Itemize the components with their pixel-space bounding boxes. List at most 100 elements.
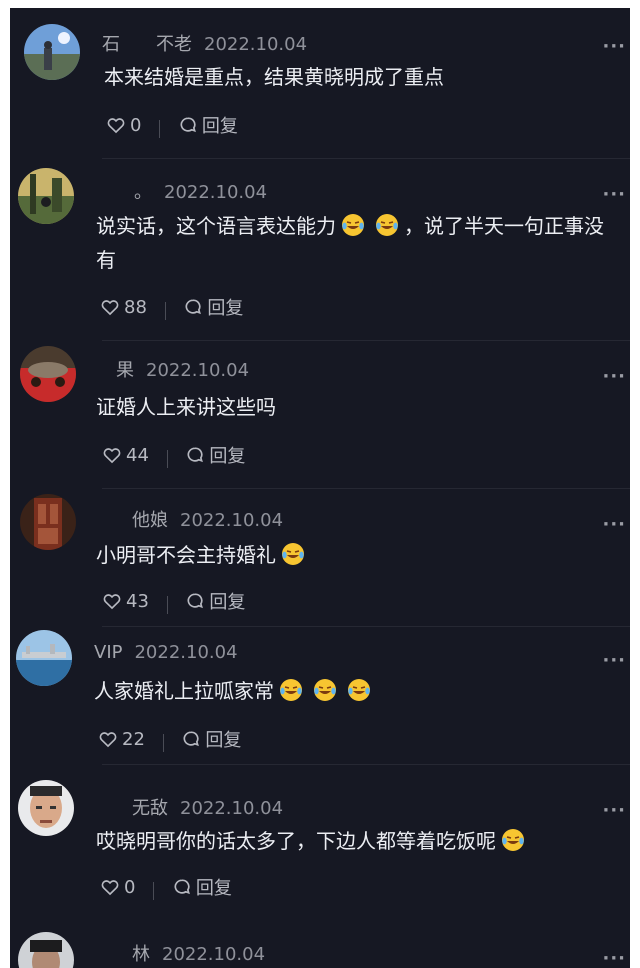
comment-meta: 。 2022.10.04 xyxy=(98,178,267,203)
like-count: 88 xyxy=(124,296,147,318)
speech-bubble-icon xyxy=(180,117,196,133)
comment-date: 2022.10.04 xyxy=(146,360,250,381)
comment-actions: 44 回复 xyxy=(102,442,245,470)
reply-label: 回复 xyxy=(205,730,242,751)
comment-meta: 无敌 2022.10.04 xyxy=(96,794,284,819)
username[interactable]: 果 xyxy=(98,360,134,381)
more-dots-icon[interactable]: ··· xyxy=(602,650,626,671)
speech-bubble-icon xyxy=(187,447,204,463)
comment-text: 说实话，这个语言表达能力 ，说了半天一句正事没有 xyxy=(96,209,616,277)
heart-outline-icon xyxy=(103,594,121,610)
more-dots-icon[interactable]: ··· xyxy=(602,514,626,535)
laughing-tears-emoji xyxy=(502,829,524,851)
username[interactable]: 林 xyxy=(96,944,150,965)
comment-meta: 石 不老 2022.10.04 xyxy=(102,30,308,55)
divider xyxy=(102,626,630,627)
laughing-tears-emoji xyxy=(342,214,364,236)
comment-text-part: 说实话，这个语言表达能力 xyxy=(96,214,336,238)
comment-text: 人家婚礼上拉呱家常 xyxy=(94,674,614,708)
comment-meta: 他娘 2022.10.04 xyxy=(96,506,284,531)
avatar[interactable] xyxy=(20,346,76,402)
heart-outline-icon xyxy=(107,118,125,134)
laughing-tears-emoji xyxy=(282,543,304,565)
action-separator xyxy=(166,596,168,614)
username[interactable]: VIP xyxy=(94,642,122,663)
more-dots-icon[interactable]: ··· xyxy=(602,184,626,205)
comment-text: 本来结婚是重点，结果黄晓明成了重点 xyxy=(104,65,444,89)
comment-date: 2022.10.04 xyxy=(180,510,284,531)
comment-actions: 0 回复 xyxy=(106,112,238,140)
reply-button[interactable]: 回复 xyxy=(178,112,238,138)
like-count: 0 xyxy=(124,876,136,898)
comment-list: 石 不老 2022.10.04 ··· 本来结婚是重点，结果黄晓明成了重点 0 回… xyxy=(10,8,630,968)
like-button[interactable]: 0 xyxy=(100,877,135,898)
divider xyxy=(102,340,630,341)
comment-date: 2022.10.04 xyxy=(180,798,284,819)
comment-meta: VIP 2022.10.04 xyxy=(94,642,238,666)
reply-label: 回复 xyxy=(195,878,232,899)
action-separator xyxy=(159,120,161,138)
comment-actions: 0 回复 xyxy=(100,874,232,902)
laughing-tears-emoji xyxy=(348,679,370,701)
username[interactable]: 无敌 xyxy=(96,798,168,819)
comment-text: 证婚人上来讲这些吗 xyxy=(96,395,276,419)
comment-text-part: 人家婚礼上拉呱家常 xyxy=(94,679,274,703)
like-button[interactable]: 0 xyxy=(106,115,141,136)
reply-button[interactable]: 回复 xyxy=(185,442,245,468)
heart-outline-icon xyxy=(99,732,117,748)
like-button[interactable]: 43 xyxy=(102,591,149,612)
more-dots-icon[interactable]: ··· xyxy=(602,800,626,821)
comment-date: 2022.10.04 xyxy=(134,642,238,663)
laughing-tears-emoji xyxy=(376,214,398,236)
avatar[interactable] xyxy=(16,630,72,686)
heart-outline-icon xyxy=(103,448,121,464)
comment-actions: 22 回复 xyxy=(98,726,241,754)
comment-text-part: 哎晓明哥你的话太多了，下边人都等着吃饭呢 xyxy=(96,829,496,853)
avatar[interactable] xyxy=(18,780,74,836)
more-dots-icon[interactable]: ··· xyxy=(602,948,626,968)
reply-button[interactable]: 回复 xyxy=(183,294,243,320)
avatar[interactable] xyxy=(24,24,80,80)
reply-label: 回复 xyxy=(207,298,244,319)
divider xyxy=(102,488,630,489)
like-button[interactable]: 22 xyxy=(98,729,145,750)
comment-text-part: 小明哥不会主持婚礼 xyxy=(96,543,276,567)
username[interactable]: 。 xyxy=(98,182,152,203)
reply-button[interactable]: 回复 xyxy=(185,588,245,614)
more-dots-icon[interactable]: ··· xyxy=(602,36,626,57)
more-dots-icon[interactable]: ··· xyxy=(602,366,626,387)
avatar[interactable] xyxy=(20,494,76,550)
comment-text: 哎晓明哥你的话太多了，下边人都等着吃饭呢 xyxy=(96,824,596,858)
username[interactable]: 石 不老 xyxy=(102,34,192,55)
like-count: 43 xyxy=(126,590,149,612)
comment-actions: 43 回复 xyxy=(102,588,245,616)
comment-text: 小明哥不会主持婚礼 xyxy=(96,538,616,572)
reply-button[interactable]: 回复 xyxy=(172,874,232,900)
comment-actions: 88 回复 xyxy=(100,294,243,322)
like-button[interactable]: 88 xyxy=(100,297,147,318)
like-count: 22 xyxy=(122,728,145,750)
comment-meta: 林 2022.10.04 xyxy=(96,940,266,965)
action-separator xyxy=(162,734,164,752)
speech-bubble-icon xyxy=(187,593,204,609)
laughing-tears-emoji xyxy=(280,679,302,701)
comment-meta: 果 2022.10.04 xyxy=(98,356,250,381)
like-button[interactable]: 44 xyxy=(102,445,149,466)
heart-outline-icon xyxy=(101,880,119,896)
comment-date: 2022.10.04 xyxy=(204,34,308,55)
reply-label: 回复 xyxy=(201,116,238,137)
action-separator xyxy=(166,450,168,468)
reply-button[interactable]: 回复 xyxy=(181,726,241,752)
reply-label: 回复 xyxy=(209,446,246,467)
action-separator xyxy=(153,882,155,900)
laughing-tears-emoji xyxy=(314,679,336,701)
like-count: 44 xyxy=(126,444,149,466)
like-count: 0 xyxy=(130,114,142,136)
comment-date: 2022.10.04 xyxy=(162,944,266,965)
username[interactable]: 他娘 xyxy=(96,510,168,531)
avatar[interactable] xyxy=(18,168,74,224)
heart-outline-icon xyxy=(101,300,119,316)
action-separator xyxy=(164,302,166,320)
avatar[interactable] xyxy=(18,932,74,968)
speech-bubble-icon xyxy=(174,879,190,895)
